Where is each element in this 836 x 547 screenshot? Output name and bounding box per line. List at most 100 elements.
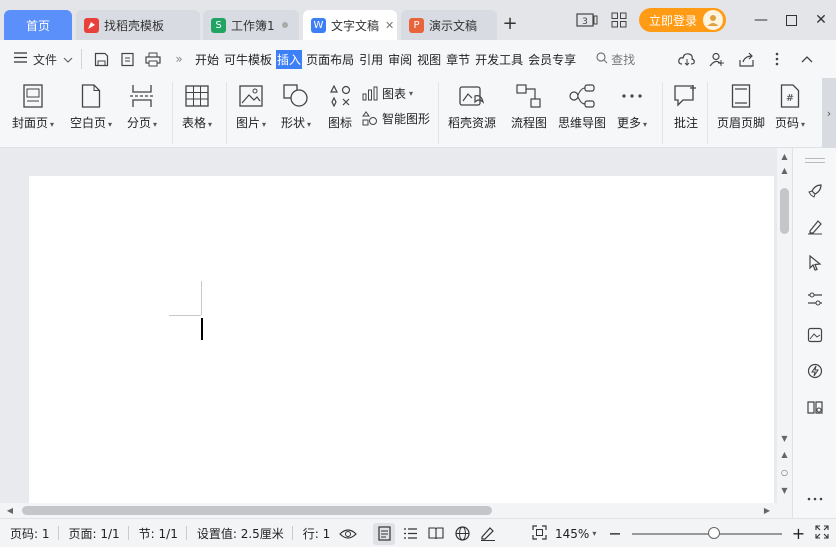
page-number-button[interactable]: # 页码 ▾ (775, 82, 805, 131)
more-button[interactable]: 更多 ▾ (617, 82, 647, 131)
cover-page-label: 封面页 (12, 116, 49, 130)
status-setting-value[interactable]: 设置值: 2.5厘米 (197, 525, 284, 542)
document-page[interactable] (29, 176, 774, 506)
zoom-level[interactable]: 145% (555, 527, 589, 541)
menu-view[interactable]: 视图 (416, 50, 442, 69)
comment-icon (672, 82, 700, 110)
image-tool-icon[interactable] (804, 324, 826, 346)
grid-apps-icon[interactable] (607, 8, 631, 32)
tab-daoke-templates[interactable]: 找稻壳模板 (76, 10, 200, 40)
tab-writer[interactable]: W 文字文稿 ✕ (303, 10, 397, 40)
menu-references[interactable]: 引用 (358, 50, 384, 69)
page-break-button[interactable]: 分页 ▾ (127, 82, 157, 131)
flowchart-icon (515, 82, 543, 110)
horizontal-scrollbar[interactable]: ◀ ▶ (0, 503, 777, 518)
unsaved-dot-icon (281, 22, 288, 28)
web-view-icon[interactable] (451, 523, 473, 545)
status-line[interactable]: 行: 1 (303, 525, 331, 542)
pen-icon[interactable] (804, 216, 826, 238)
scroll-left-icon[interactable]: ◀ (4, 503, 16, 518)
save-icon[interactable] (90, 48, 112, 70)
table-button[interactable]: 表格 ▾ (182, 82, 212, 131)
zoom-slider-knob[interactable] (708, 526, 721, 539)
flowchart-button[interactable]: 流程图 (511, 82, 547, 131)
minimize-icon[interactable]: — (746, 0, 776, 40)
login-button[interactable]: 立即登录 (638, 8, 726, 32)
menu-insert[interactable]: 插入 (276, 49, 303, 69)
export-pdf-icon[interactable] (116, 48, 138, 70)
new-tab-button[interactable]: + (500, 12, 520, 36)
tab-spreadsheet[interactable]: S 工作簿1 (203, 10, 299, 40)
rocket-icon[interactable] (804, 180, 826, 202)
ribbon-scroll-right-icon[interactable]: › (822, 78, 836, 148)
menu-templates[interactable]: 可牛模板 (223, 50, 273, 69)
menu-review[interactable]: 审阅 (387, 50, 413, 69)
sidebar-grip[interactable] (805, 158, 825, 163)
menu-page-layout[interactable]: 页面布局 (305, 50, 355, 69)
previous-page-icon[interactable]: ▲ (777, 450, 792, 459)
status-section[interactable]: 节: 1/1 (139, 525, 178, 542)
next-page-icon[interactable]: ▼ (777, 486, 792, 495)
tab-home[interactable]: 首页 (4, 10, 72, 40)
tab-presentation[interactable]: P 演示文稿 (401, 10, 497, 40)
outline-view-icon[interactable] (399, 523, 421, 545)
status-pages[interactable]: 页面: 1/1 (69, 525, 120, 542)
daoke-resources-button[interactable]: 稻壳资源 (448, 82, 496, 131)
eye-protection-icon[interactable] (337, 523, 359, 545)
fullscreen-icon[interactable] (815, 525, 829, 542)
reading-view-icon[interactable] (425, 523, 447, 545)
scroll-up-icon[interactable]: ▲ (777, 152, 792, 161)
more-chevron-icon[interactable]: » (168, 48, 190, 70)
print-icon[interactable] (142, 48, 164, 70)
writing-mode-icon[interactable] (477, 523, 499, 545)
vertical-scroll-thumb[interactable] (780, 188, 789, 234)
scroll-up-icon[interactable]: ▲ (777, 166, 792, 175)
mindmap-button[interactable]: 思维导图 (558, 82, 606, 131)
search-box[interactable]: 查找 (596, 51, 635, 68)
lightning-icon[interactable] (804, 360, 826, 382)
zoom-in-icon[interactable]: + (792, 525, 805, 542)
scroll-down-icon[interactable]: ▼ (777, 434, 792, 443)
picture-button[interactable]: 图片 ▾ (236, 82, 266, 131)
more-vertical-icon[interactable] (766, 48, 788, 70)
menu-developer[interactable]: 开发工具 (474, 50, 524, 69)
fit-page-icon[interactable] (532, 524, 547, 543)
page-break-label: 分页 (127, 116, 152, 130)
menu-chapter[interactable]: 章节 (445, 50, 471, 69)
maximize-icon[interactable] (776, 0, 806, 40)
icons-button[interactable]: 图标 (326, 82, 354, 131)
close-icon[interactable]: ✕ (385, 19, 394, 32)
comment-button[interactable]: 批注 (672, 82, 700, 131)
adjust-sliders-icon[interactable] (804, 288, 826, 310)
collaborate-icon[interactable] (706, 48, 728, 70)
browse-object-icon[interactable]: ○ (777, 468, 792, 477)
menu-member[interactable]: 会员专享 (527, 50, 577, 69)
zoom-out-icon[interactable]: − (608, 525, 621, 542)
shape-button[interactable]: 形状 ▾ (281, 82, 311, 131)
status-page-number[interactable]: 页码: 1 (10, 525, 50, 542)
smart-art-button[interactable]: 智能图形 (361, 109, 430, 127)
select-cursor-icon[interactable] (804, 252, 826, 274)
page-view-icon[interactable] (373, 522, 395, 545)
share-icon[interactable] (736, 48, 758, 70)
menu-start[interactable]: 开始 (194, 50, 220, 69)
scroll-right-icon[interactable]: ▶ (761, 503, 773, 518)
chart-button[interactable]: 图表 ▾ (361, 84, 413, 102)
cloud-sync-icon[interactable] (676, 48, 698, 70)
icons-label: 图标 (327, 116, 352, 130)
horizontal-scroll-thumb[interactable] (22, 506, 492, 515)
vertical-scrollbar[interactable]: ▲ ▲ ▼ ▲ ○ ▼ (777, 148, 792, 518)
cover-page-button[interactable]: 封面页 ▾ (12, 82, 54, 131)
header-footer-button[interactable]: 页眉页脚 (717, 82, 765, 131)
window-count-icon[interactable]: 3 (575, 8, 599, 32)
page-number-icon: # (776, 82, 804, 110)
reader-book-icon[interactable] (804, 396, 826, 418)
document-area[interactable] (0, 148, 792, 518)
zoom-slider[interactable] (631, 526, 782, 539)
more-horizontal-icon[interactable] (804, 488, 826, 510)
chevron-down-icon[interactable]: ▾ (592, 529, 596, 538)
close-window-icon[interactable]: ✕ (806, 0, 836, 40)
blank-page-button[interactable]: 空白页 ▾ (70, 82, 112, 131)
file-menu[interactable]: 文件 (14, 51, 73, 68)
collapse-ribbon-icon[interactable] (796, 48, 818, 70)
